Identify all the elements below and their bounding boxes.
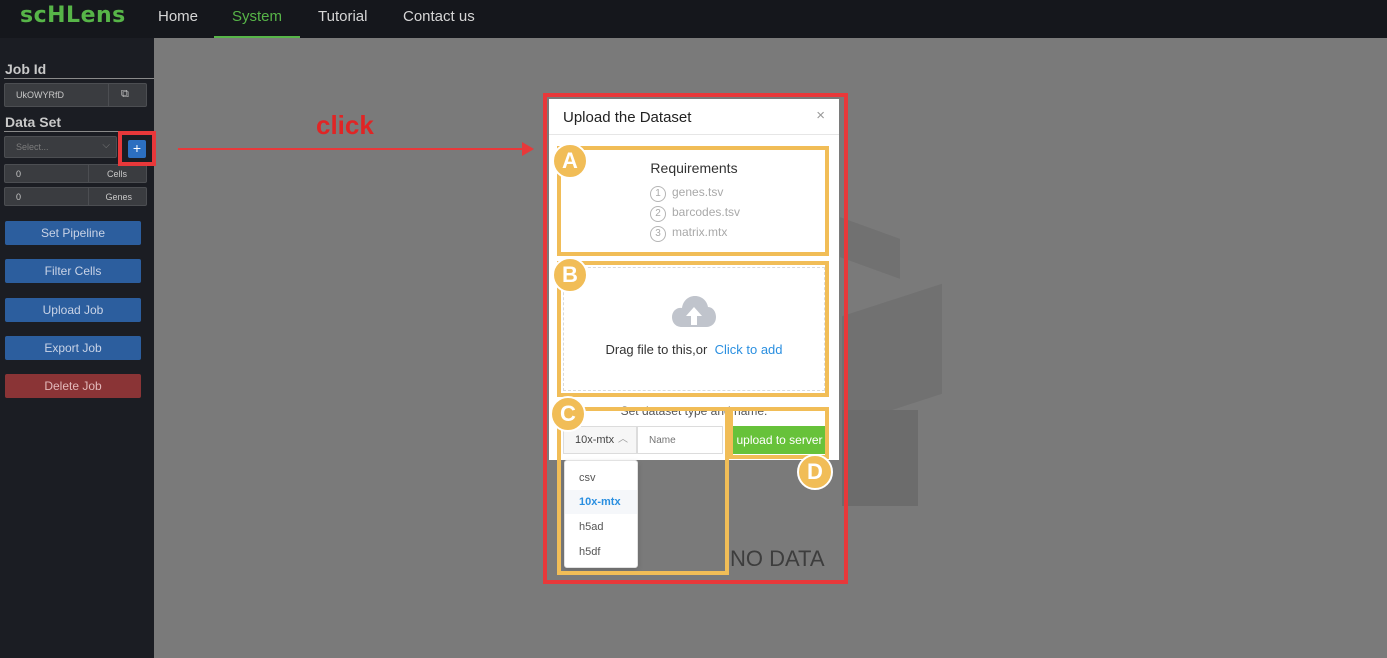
section-b-highlight (557, 261, 829, 397)
nav-system[interactable]: System (214, 0, 300, 38)
set-pipeline-button[interactable]: Set Pipeline (5, 221, 141, 245)
job-id-value: UkOWYRfD (16, 90, 64, 100)
job-id-field: UkOWYRfD ⧉ (4, 83, 147, 107)
badge-a: A (552, 143, 588, 179)
section-a-highlight (557, 146, 829, 256)
nav-tutorial[interactable]: Tutorial (318, 0, 367, 38)
add-button-highlight (118, 131, 156, 166)
filter-cells-button[interactable]: Filter Cells (5, 259, 141, 283)
upload-job-button[interactable]: Upload Job (5, 298, 141, 322)
dataset-select-placeholder: Select... (16, 142, 49, 152)
badge-b: B (552, 257, 588, 293)
job-id-title: Job Id (5, 61, 47, 77)
annotation-arrow-head (522, 142, 534, 156)
annotation-arrow (178, 148, 528, 150)
dataset-select[interactable]: Select... ⌵ (4, 136, 117, 158)
nav-home[interactable]: Home (158, 0, 198, 38)
top-nav: scHLens Home System Tutorial Contact us (0, 0, 1387, 38)
app-logo[interactable]: scHLens (20, 3, 126, 28)
copy-icon[interactable]: ⧉ (121, 88, 129, 101)
chevron-down-icon: ⌵ (102, 140, 110, 151)
section-c-highlight (557, 407, 729, 575)
empty-box-illustration (840, 217, 900, 279)
badge-c: C (550, 396, 586, 432)
nav-contact[interactable]: Contact us (403, 0, 475, 38)
export-job-button[interactable]: Export Job (5, 336, 141, 360)
click-annotation: click (316, 110, 374, 140)
cells-field: 0 Cells (4, 164, 147, 183)
genes-field: 0 Genes (4, 187, 147, 206)
genes-count: 0 (16, 192, 22, 202)
cells-count: 0 (16, 169, 22, 179)
genes-label: Genes (105, 192, 132, 202)
section-d-highlight (729, 407, 829, 459)
delete-job-button[interactable]: Delete Job (5, 374, 141, 398)
divider (4, 78, 154, 79)
empty-box-illustration (842, 283, 942, 427)
badge-d: D (797, 454, 833, 490)
dataset-title: Data Set (5, 114, 62, 130)
empty-box-illustration (842, 410, 918, 506)
cells-label: Cells (106, 169, 127, 179)
